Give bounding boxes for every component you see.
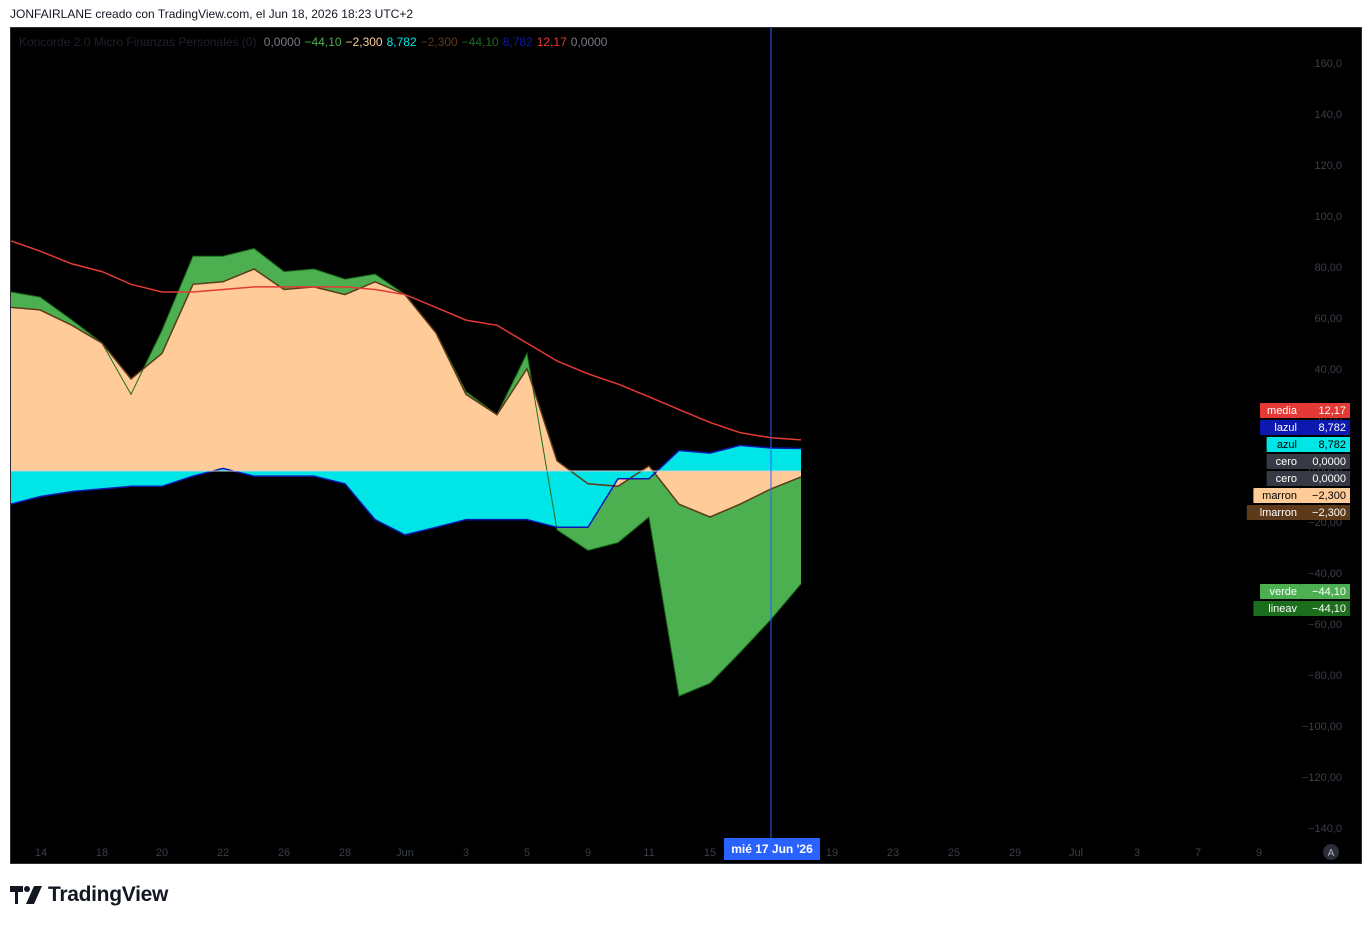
x-tick-label: 18 [96, 847, 108, 859]
x-tick-label: 22 [217, 847, 229, 859]
legend-value: −2,300 [420, 35, 458, 49]
price-label-cero: cero 0,0000 [1266, 454, 1350, 469]
price-label-lazul: lazul 8,782 [1260, 420, 1350, 435]
x-tick-label: 3 [463, 847, 469, 859]
x-tick-label: 9 [585, 847, 591, 859]
legend-value: 8,782 [502, 35, 533, 49]
chart-attribution: JONFAIRLANE creado con TradingView.com, … [10, 7, 413, 21]
price-label-name: media [1267, 405, 1298, 417]
x-tick-label: 5 [524, 847, 530, 859]
price-label-azul: azul 8,782 [1266, 437, 1350, 452]
y-tick-label: 100,0 [1314, 211, 1342, 223]
y-tick-label: 40,00 [1314, 364, 1342, 376]
indicator-legend[interactable]: Koncorde 2.0 Micro Finanzas Personales (… [19, 35, 611, 49]
x-tick-label: 15 [704, 847, 716, 859]
price-label-name: lmarron [1260, 507, 1297, 519]
price-label-value: 0,0000 [1312, 473, 1346, 485]
tradingview-brand: TradingView [48, 883, 169, 906]
price-label-media: media 12,17 [1260, 403, 1350, 418]
price-label-value: 8,782 [1318, 422, 1346, 434]
x-tick-label: 9 [1256, 847, 1262, 859]
y-tick-label: 80,00 [1314, 262, 1342, 274]
price-label-value: 8,782 [1318, 439, 1346, 451]
auto-scale-icon: A [1328, 848, 1335, 859]
crosshair-date-label: mié 17 Jun '26 [731, 842, 813, 856]
price-label-verde: verde −44,10 [1260, 584, 1350, 599]
price-label-marron: marron −2,300 [1253, 488, 1350, 503]
price-label-name: cero [1276, 456, 1297, 468]
tradingview-logo-icon [10, 886, 42, 904]
legend-value: 0,0000 [570, 35, 608, 49]
price-label-name: cero [1276, 473, 1297, 485]
price-label-value: −2,300 [1312, 490, 1346, 502]
y-tick-label: −80,00 [1308, 670, 1342, 682]
price-label-name: marron [1262, 490, 1297, 502]
x-tick-label: 3 [1134, 847, 1140, 859]
legend-value: −44,10 [461, 35, 499, 49]
x-tick-label: 11 [643, 847, 654, 859]
price-label-name: lazul [1274, 422, 1297, 434]
y-tick-label: 160,0 [1314, 58, 1342, 70]
x-tick-label: 28 [339, 847, 351, 859]
price-label-lmarron: lmarron −2,300 [1246, 505, 1350, 520]
x-axis: 14 18 20 22 26 28 Jun 3 5 9 11 15 19 23 25 29 Jul 3 7 9 [35, 847, 1262, 859]
x-tick-label: 26 [278, 847, 290, 859]
y-tick-label: 60,00 [1314, 313, 1342, 325]
price-label-value: −44,10 [1312, 603, 1346, 615]
x-tick-label: 20 [156, 847, 168, 859]
x-tick-label: 23 [887, 847, 899, 859]
legend-value: −2,300 [345, 35, 383, 49]
y-tick-label: −120,00 [1302, 772, 1342, 784]
y-tick-label: 140,0 [1314, 109, 1342, 121]
x-tick-label: 19 [826, 847, 838, 859]
price-label-name: azul [1277, 439, 1297, 451]
price-label-cero: cero 0,0000 [1266, 471, 1350, 486]
x-tick-label: 14 [35, 847, 47, 859]
legend-value: 12,17 [536, 35, 567, 49]
y-tick-label: −140,0 [1308, 823, 1342, 835]
price-label-value: 0,0000 [1312, 456, 1346, 468]
price-label-name: verde [1269, 586, 1297, 598]
x-tick-label: 7 [1195, 847, 1201, 859]
price-label-value: −44,10 [1312, 586, 1346, 598]
price-label-lineav: lineav −44,10 [1253, 601, 1350, 616]
chart-canvas[interactable]: 160,0140,0120,0100,080,0060,0040,0020,00… [11, 28, 1362, 864]
price-label-name: lineav [1268, 603, 1297, 615]
legend-value: 8,782 [386, 35, 417, 49]
price-label-value: −2,300 [1312, 507, 1346, 519]
tradingview-logo[interactable]: TradingView [10, 881, 168, 909]
x-tick-label: Jun [396, 847, 414, 859]
x-tick-label: 25 [948, 847, 960, 859]
legend-value: −44,10 [304, 35, 342, 49]
y-tick-label: −60,00 [1308, 619, 1342, 631]
x-tick-label: 29 [1009, 847, 1021, 859]
x-tick-label: Jul [1069, 847, 1083, 859]
indicator-name[interactable]: Koncorde 2.0 Micro Finanzas Personales (… [19, 35, 256, 49]
chart-pane[interactable]: 160,0140,0120,0100,080,0060,0040,0020,00… [10, 27, 1362, 864]
y-tick-label: −100,00 [1302, 721, 1342, 733]
price-label-value: 12,17 [1318, 405, 1346, 417]
legend-value: 0,0000 [263, 35, 301, 49]
y-tick-label: −40,00 [1308, 568, 1342, 580]
y-tick-label: 120,0 [1314, 160, 1342, 172]
